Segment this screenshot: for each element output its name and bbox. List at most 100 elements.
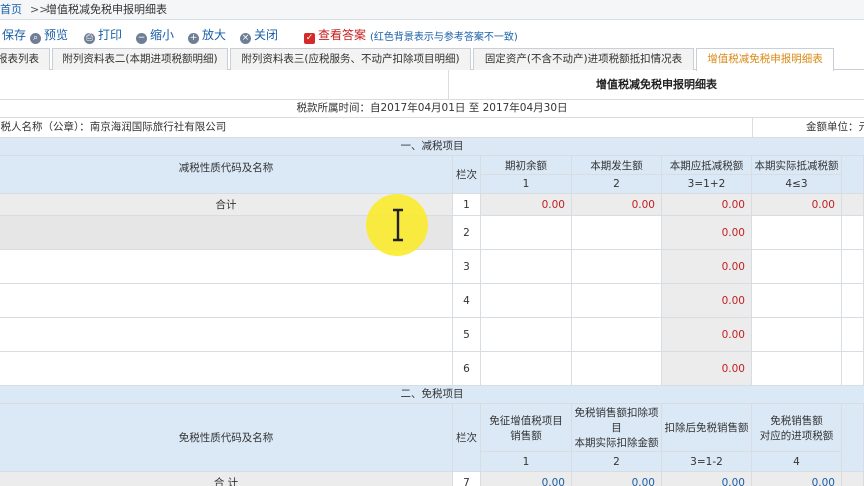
current-amount-input[interactable] <box>572 250 662 284</box>
col-input-tax-line2: 对应的进项税额 <box>759 429 834 442</box>
row-extra <box>842 250 864 284</box>
total-input-tax: 0.00 <box>752 472 842 486</box>
tax-period: 税款所属时间：自2017年04月01日 至 2017年04月30日 <box>0 100 864 118</box>
form-title: 增值税减免税申报明细表 <box>596 78 717 91</box>
breadcrumb: 首页 >> 增值税减免税申报明细表 <box>0 0 864 20</box>
section-2-title: 二、免税项目 <box>0 386 864 404</box>
col-extra-2 <box>842 404 864 472</box>
col-exemption-name: 免税性质代码及名称 <box>0 404 453 472</box>
table-row: 5 0.00 <box>0 318 864 352</box>
actual-deduction-input[interactable] <box>752 318 842 352</box>
table-row: 3 0.00 <box>0 250 864 284</box>
code-3: 3=1+2 <box>662 175 752 194</box>
plus-circle-icon: + <box>188 33 199 44</box>
tab-tax-reduction-detail[interactable]: 增值税减免税申报明细表 <box>696 48 834 71</box>
answer-note: (红色背景表示与参考答案不一致) <box>370 32 518 43</box>
section-2-header: 免税性质代码及名称 栏次 免征增值税项目销售额 免税销售额扣除项目 本期实际扣除… <box>0 404 864 472</box>
deductible-tax-value: 0.00 <box>662 352 752 386</box>
row-extra <box>842 352 864 386</box>
section-1-header: 减税性质代码及名称 栏次 期初余额 本期发生额 本期应抵减税额 本期实际抵减税额… <box>0 156 864 194</box>
print-button[interactable]: ⎙ 打印 <box>84 27 123 44</box>
reduction-name-select[interactable] <box>0 250 453 284</box>
taxpayer-name: 纳税人名称（公章）：南京海润国际旅行社有限公司 <box>0 121 227 133</box>
tab-fixed-assets[interactable]: 固定资产(不含不动产)进项税额抵扣情况表 <box>473 48 694 70</box>
col-extra <box>842 156 864 194</box>
code-1: 1 <box>481 175 572 194</box>
code-2-3: 3=1-2 <box>662 452 752 472</box>
printer-icon: ⎙ <box>84 33 95 44</box>
row-extra <box>842 216 864 250</box>
reduction-name-select[interactable] <box>0 318 453 352</box>
actual-deduction-input[interactable] <box>752 352 842 386</box>
total-extra-2 <box>842 472 864 486</box>
form-title-row: 增值税减免税申报明细表 <box>0 70 864 100</box>
minus-circle-icon: − <box>136 33 147 44</box>
row-extra <box>842 284 864 318</box>
row-seq: 6 <box>453 352 481 386</box>
actual-deduction-input[interactable] <box>752 216 842 250</box>
zoom-in-button[interactable]: + 放大 <box>188 27 227 44</box>
current-amount-input[interactable] <box>572 216 662 250</box>
opening-balance-input[interactable] <box>481 216 572 250</box>
payer-divider <box>752 118 753 138</box>
payer-row: 纳税人名称（公章）：南京海润国际旅行社有限公司 金额单位：元 <box>0 118 864 138</box>
col-seq-2: 栏次 <box>453 404 481 472</box>
tab-report-list[interactable]: 报表列表 <box>0 48 50 70</box>
code-2: 2 <box>572 175 662 194</box>
zoom-in-label: 放大 <box>202 28 227 42</box>
current-amount-input[interactable] <box>572 352 662 386</box>
tab-attachment-3[interactable]: 附列资料表三(应税服务、不动产扣除项目明细) <box>230 48 471 70</box>
close-button[interactable]: × 关闭 <box>240 27 278 44</box>
toolbar: ▣保存 ⌕预览 ⎙打印 −缩小 +放大 ×关闭 ✓查看答案 (红色背景表示与参考… <box>0 20 864 47</box>
tab-attachment-2[interactable]: 附列资料表二(本期进项税额明细) <box>52 48 228 70</box>
table-row: 6 0.00 <box>0 352 864 386</box>
total-label-2: 合 计 <box>0 472 453 486</box>
reduction-name-select[interactable] <box>0 284 453 318</box>
col-seq: 栏次 <box>453 156 481 194</box>
section-1-total-row: 合计 1 0.00 0.00 0.00 0.00 <box>0 194 864 216</box>
close-icon: × <box>240 33 251 44</box>
opening-balance-input[interactable] <box>481 352 572 386</box>
row-extra <box>842 318 864 352</box>
view-answer-button[interactable]: ✓ 查看答案 <box>304 27 366 44</box>
table-row: 4 0.00 <box>0 284 864 318</box>
print-label: 打印 <box>98 28 123 42</box>
checkbox-icon: ✓ <box>304 33 315 44</box>
breadcrumb-home-link[interactable]: 首页 <box>0 0 22 19</box>
col-deductible-tax: 本期应抵减税额 <box>662 156 752 175</box>
total-actual-deduction: 0.00 <box>752 194 842 216</box>
code-2-4: 4 <box>752 452 842 472</box>
row-seq: 2 <box>453 216 481 250</box>
deductible-tax-value: 0.00 <box>662 250 752 284</box>
current-amount-input[interactable] <box>572 318 662 352</box>
total-seq: 1 <box>453 194 481 216</box>
col-exempt-sales: 免征增值税项目销售额 <box>481 404 572 452</box>
preview-label: 预览 <box>44 28 69 42</box>
col-exempt-deduction-line1: 免税销售额扣除项目 <box>574 407 659 434</box>
total-current-amount: 0.00 <box>572 194 662 216</box>
row-seq: 3 <box>453 250 481 284</box>
row-seq: 4 <box>453 284 481 318</box>
total-exempt-deduction: 0.00 <box>572 472 662 486</box>
deductible-tax-value: 0.00 <box>662 216 752 250</box>
opening-balance-input[interactable] <box>481 250 572 284</box>
zoom-out-button[interactable]: − 缩小 <box>136 27 174 44</box>
code-2-2: 2 <box>572 452 662 472</box>
code-4: 4≤3 <box>752 175 842 194</box>
preview-button[interactable]: ⌕ 预览 <box>30 27 69 44</box>
col-exempt-deduction: 免税销售额扣除项目 本期实际扣除金额 <box>572 404 662 452</box>
opening-balance-input[interactable] <box>481 284 572 318</box>
breadcrumb-current: 增值税减免税申报明细表 <box>46 3 167 16</box>
current-amount-input[interactable] <box>572 284 662 318</box>
actual-deduction-input[interactable] <box>752 250 842 284</box>
tab-bar: 报表列表 附列资料表二(本期进项税额明细) 附列资料表三(应税服务、不动产扣除项… <box>0 47 864 71</box>
save-button[interactable]: ▣保存 <box>0 27 26 43</box>
table-row: 2 0.00 <box>0 216 864 250</box>
col-opening-balance: 期初余额 <box>481 156 572 175</box>
total-exempt-sales: 0.00 <box>481 472 572 486</box>
search-icon: ⌕ <box>30 33 41 44</box>
reduction-name-select[interactable] <box>0 352 453 386</box>
opening-balance-input[interactable] <box>481 318 572 352</box>
actual-deduction-input[interactable] <box>752 284 842 318</box>
deductible-tax-value: 0.00 <box>662 318 752 352</box>
